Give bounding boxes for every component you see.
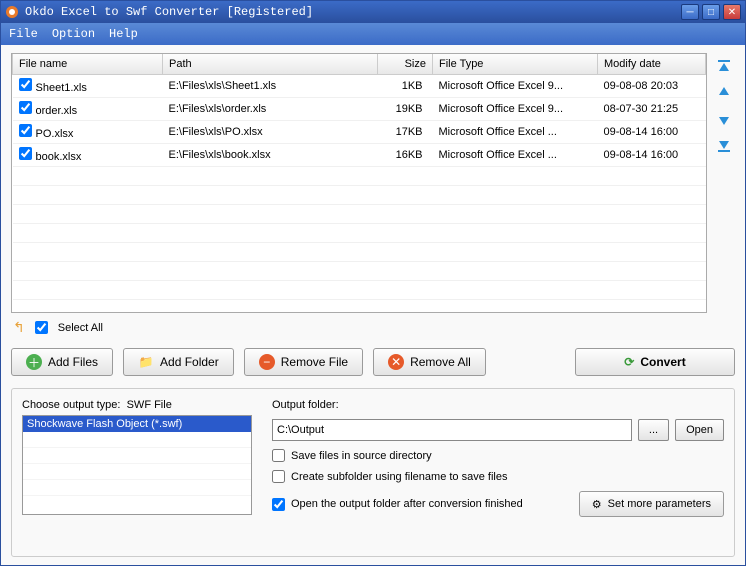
table-row[interactable]: book.xlsxE:\Files\xls\book.xlsx16KBMicro… bbox=[13, 143, 706, 166]
move-bottom-button[interactable] bbox=[713, 135, 735, 155]
output-folder-input[interactable] bbox=[272, 419, 632, 441]
plus-icon: ＋ bbox=[26, 354, 42, 370]
col-path[interactable]: Path bbox=[163, 54, 378, 74]
move-up-button[interactable] bbox=[713, 83, 735, 103]
menu-file[interactable]: File bbox=[9, 27, 38, 41]
subfolder-checkbox[interactable] bbox=[272, 470, 285, 483]
table-row[interactable]: order.xlsE:\Files\xls\order.xls19KBMicro… bbox=[13, 97, 706, 120]
type-option-swf[interactable]: Shockwave Flash Object (*.swf) bbox=[23, 416, 251, 432]
add-files-button[interactable]: ＋ Add Files bbox=[11, 348, 113, 376]
save-source-checkbox[interactable] bbox=[272, 449, 285, 462]
file-table: File name Path Size File Type Modify dat… bbox=[11, 53, 707, 313]
move-down-button[interactable] bbox=[713, 109, 735, 129]
menu-option[interactable]: Option bbox=[52, 27, 95, 41]
select-all-label: Select All bbox=[58, 322, 103, 334]
output-folder-label: Output folder: bbox=[272, 399, 724, 411]
window-title: Okdo Excel to Swf Converter [Registered] bbox=[25, 5, 681, 19]
convert-button[interactable]: ⟳ Convert bbox=[575, 348, 735, 376]
col-size[interactable]: Size bbox=[378, 54, 433, 74]
select-all-checkbox[interactable] bbox=[35, 321, 48, 334]
browse-button[interactable]: ... bbox=[638, 419, 669, 441]
table-row[interactable]: Sheet1.xlsE:\Files\xls\Sheet1.xls1KBMicr… bbox=[13, 74, 706, 97]
open-folder-button[interactable]: Open bbox=[675, 419, 724, 441]
col-date[interactable]: Modify date bbox=[598, 54, 706, 74]
table-row[interactable]: PO.xlsxE:\Files\xls\PO.xlsx17KBMicrosoft… bbox=[13, 120, 706, 143]
convert-icon: ⟳ bbox=[624, 355, 634, 369]
titlebar: Okdo Excel to Swf Converter [Registered]… bbox=[1, 1, 745, 23]
menubar: File Option Help bbox=[1, 23, 745, 45]
output-type-label: Choose output type: SWF File bbox=[22, 399, 252, 411]
app-icon bbox=[5, 5, 19, 19]
remove-file-button[interactable]: − Remove File bbox=[244, 348, 363, 376]
gear-icon: ⚙ bbox=[592, 498, 602, 511]
row-checkbox[interactable] bbox=[19, 101, 32, 114]
remove-all-button[interactable]: ✕ Remove All bbox=[373, 348, 486, 376]
row-checkbox[interactable] bbox=[19, 78, 32, 91]
move-top-button[interactable] bbox=[713, 57, 735, 77]
menu-help[interactable]: Help bbox=[109, 27, 138, 41]
output-type-list[interactable]: Shockwave Flash Object (*.swf) bbox=[22, 415, 252, 515]
minimize-button[interactable]: ─ bbox=[681, 4, 699, 20]
minus-icon: − bbox=[259, 354, 275, 370]
set-more-parameters-button[interactable]: ⚙ Set more parameters bbox=[579, 491, 724, 517]
row-checkbox[interactable] bbox=[19, 124, 32, 137]
col-filename[interactable]: File name bbox=[13, 54, 163, 74]
parent-folder-icon[interactable]: ↰ bbox=[13, 319, 25, 336]
maximize-button[interactable]: □ bbox=[702, 4, 720, 20]
col-filetype[interactable]: File Type bbox=[433, 54, 598, 74]
x-icon: ✕ bbox=[388, 354, 404, 370]
open-after-checkbox[interactable] bbox=[272, 498, 285, 511]
row-checkbox[interactable] bbox=[19, 147, 32, 160]
close-button[interactable]: ✕ bbox=[723, 4, 741, 20]
folder-icon: 📁 bbox=[138, 354, 154, 370]
add-folder-button[interactable]: 📁 Add Folder bbox=[123, 348, 234, 376]
